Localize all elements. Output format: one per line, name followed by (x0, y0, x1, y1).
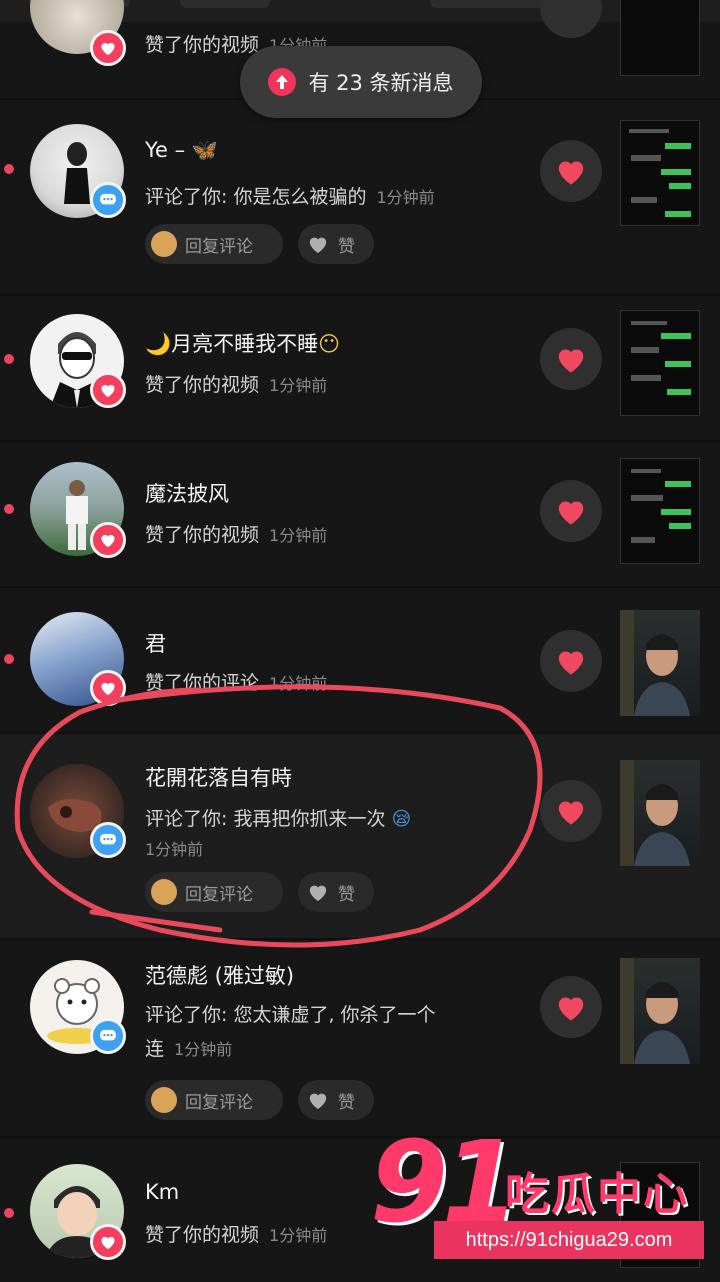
watermark: 91 吃瓜中心 https://91chigua29.com (370, 1127, 710, 1268)
highlight-circle-annotation (14, 684, 543, 948)
watermark-url: https://91chigua29.com (434, 1221, 704, 1259)
watermark-name: 吃瓜中心 (505, 1169, 689, 1220)
